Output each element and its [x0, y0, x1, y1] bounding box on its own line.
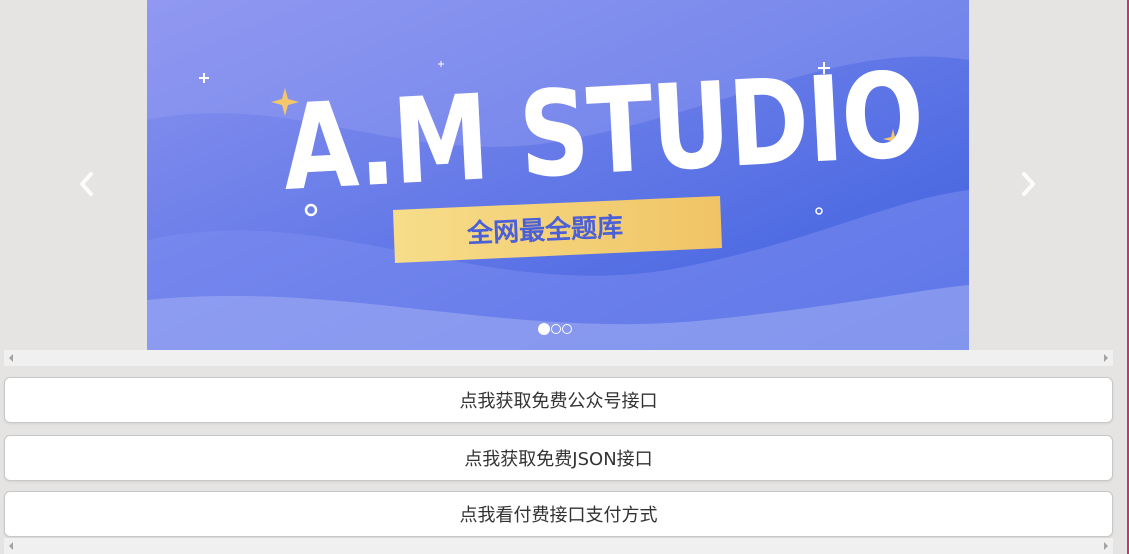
banner-subtitle: 全网最全题库	[466, 212, 624, 250]
free-json-api-button[interactable]: 点我获取免费JSON接口	[4, 435, 1113, 481]
scroll-left-icon[interactable]	[9, 542, 13, 550]
banner-carousel[interactable]: A.M STUDIO 全网最全题库	[0, 0, 1129, 350]
scroll-right-icon[interactable]	[1104, 354, 1108, 362]
banner-title: A.M STUDIO	[279, 45, 926, 217]
carousel-next-button[interactable]	[1019, 170, 1039, 198]
carousel-dot-3[interactable]	[562, 324, 572, 334]
carousel-prev-button[interactable]	[76, 170, 96, 198]
chevron-right-icon	[1022, 172, 1035, 196]
carousel-dot-1[interactable]	[538, 323, 550, 335]
horizontal-scrollbar[interactable]	[4, 350, 1113, 366]
scroll-right-icon[interactable]	[1104, 542, 1108, 550]
carousel-dot-2[interactable]	[551, 324, 561, 334]
horizontal-scrollbar-bottom[interactable]	[4, 538, 1113, 554]
paid-api-payment-button[interactable]: 点我看付费接口支付方式	[4, 491, 1113, 537]
free-wechat-api-button[interactable]: 点我获取免费公众号接口	[4, 377, 1113, 423]
scroll-left-icon[interactable]	[9, 354, 13, 362]
chevron-left-icon	[80, 172, 93, 196]
carousel-indicators	[538, 323, 572, 335]
